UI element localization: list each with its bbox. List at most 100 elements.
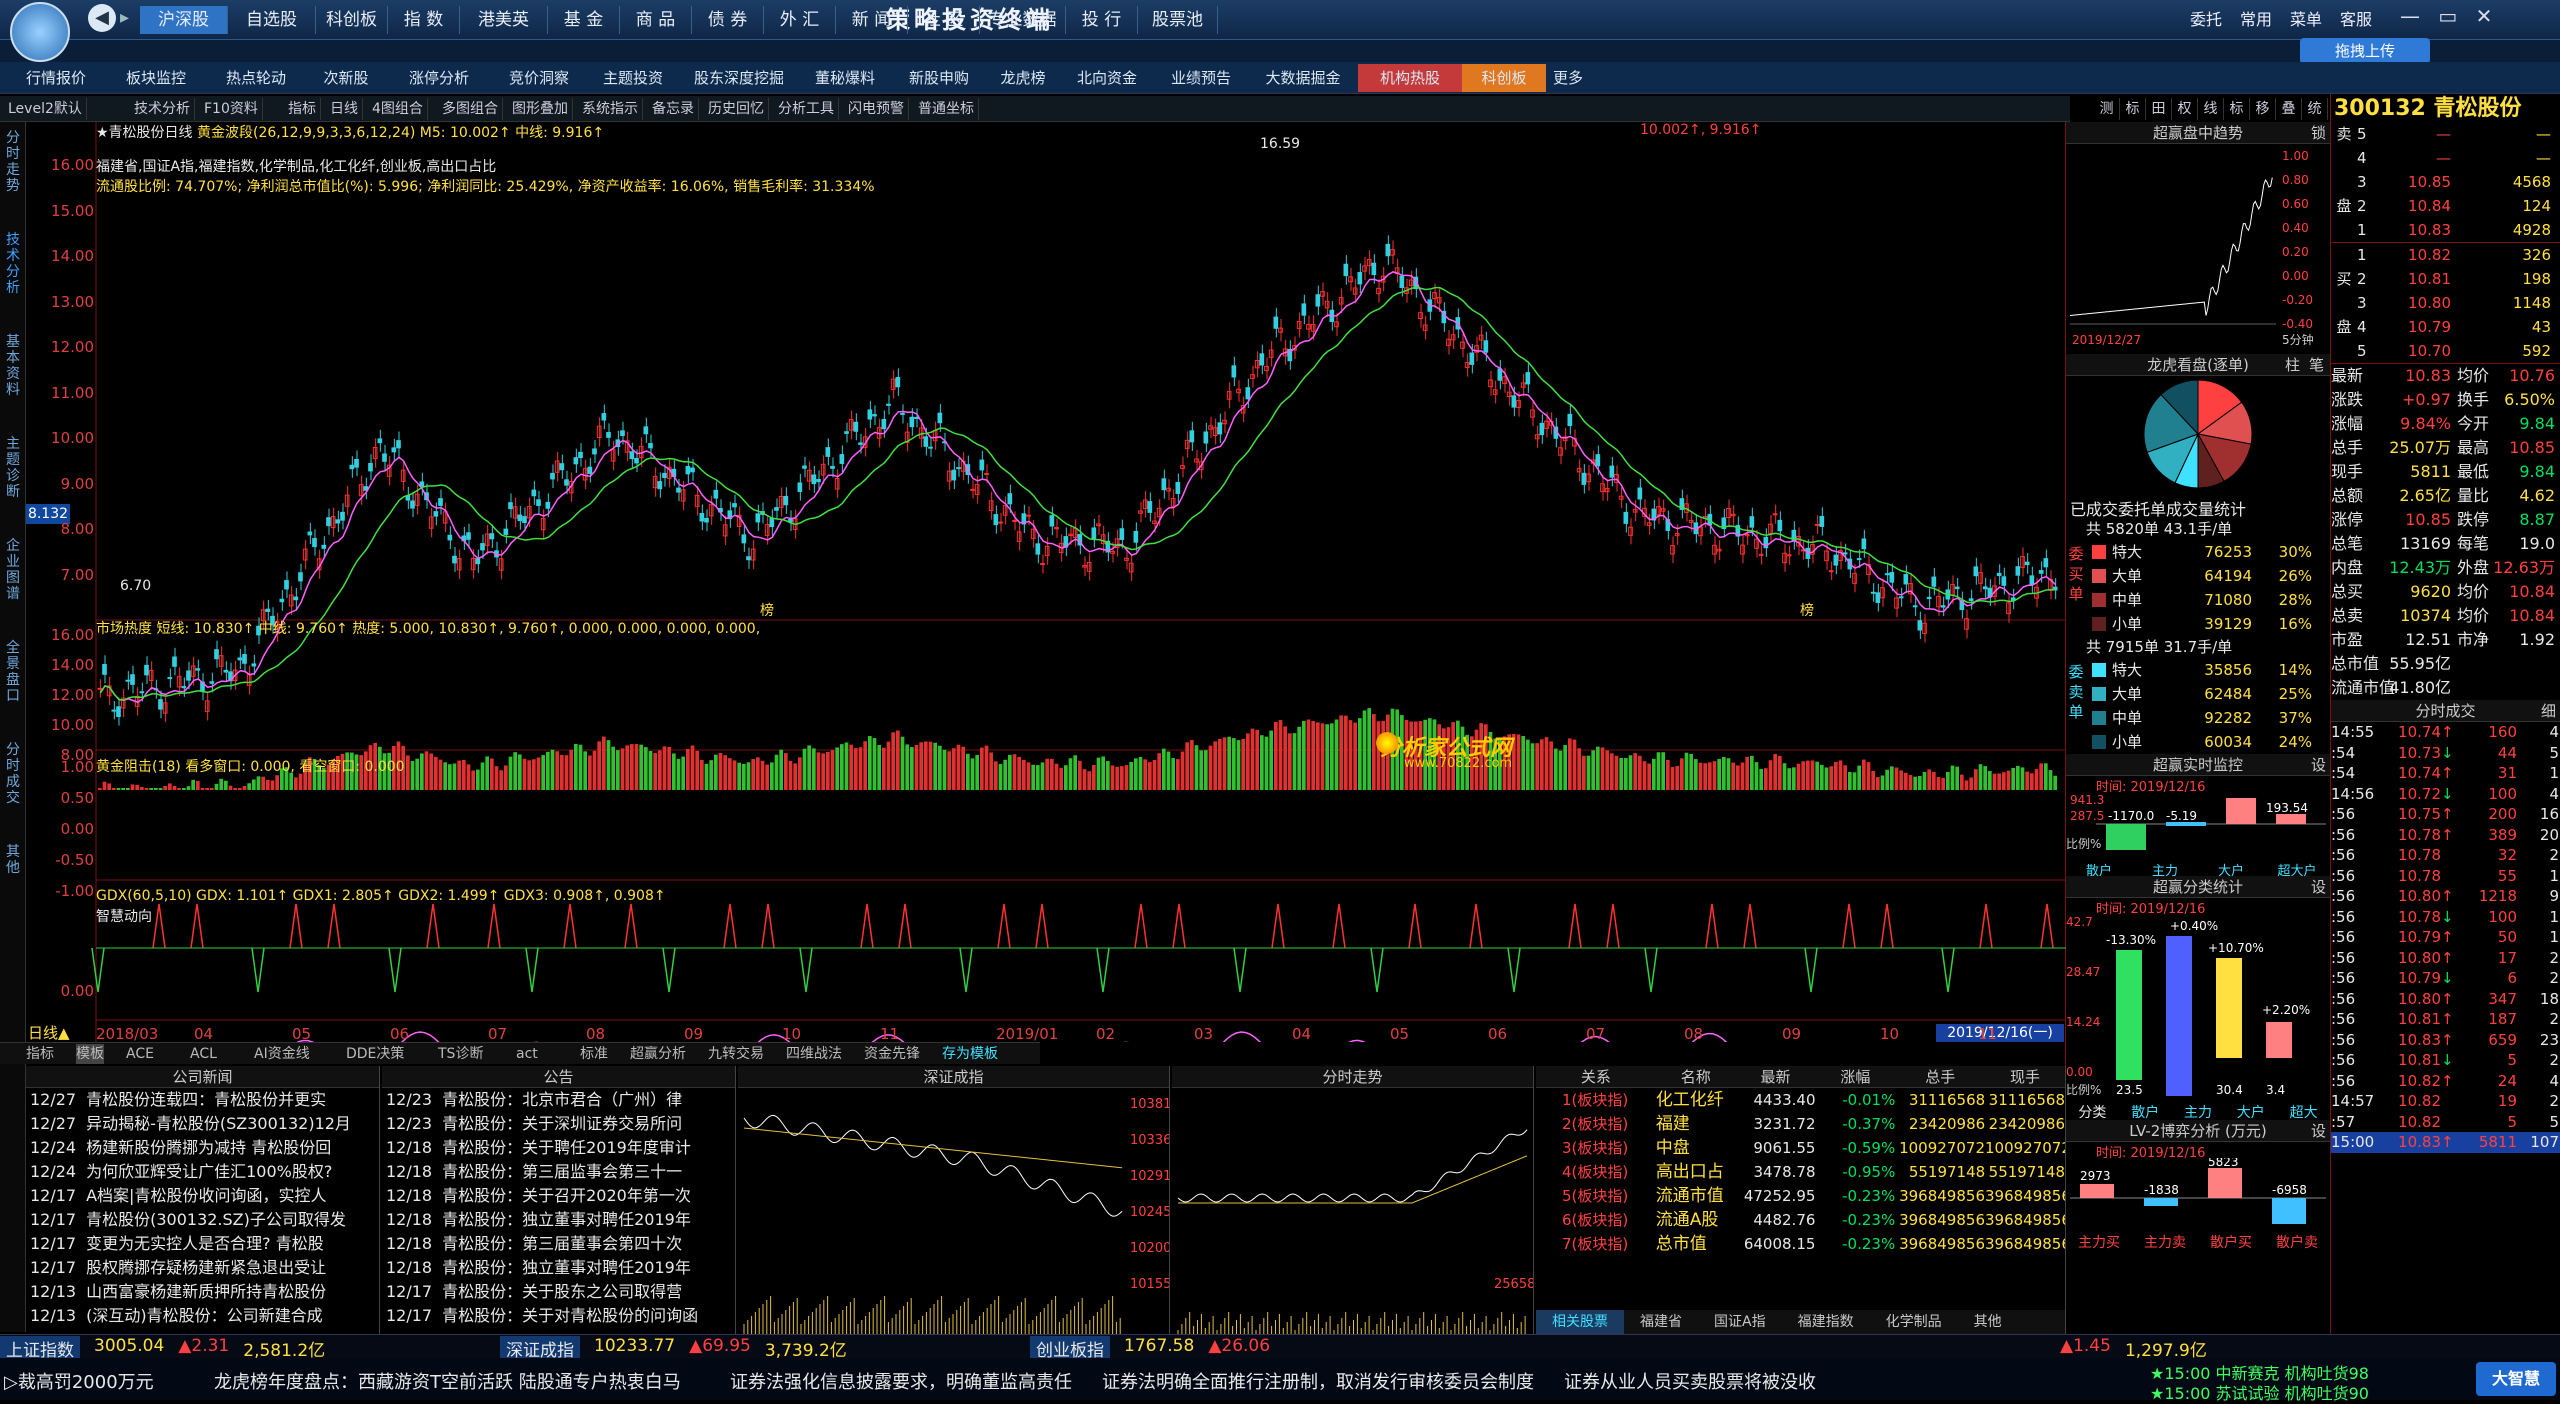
rel-cell-name[interactable]: 化工化纤	[1656, 1088, 1736, 1112]
tool-tab[interactable]: 大数据掘金	[1248, 64, 1358, 92]
indicator-tab[interactable]: 标准	[580, 1044, 608, 1064]
related-tab[interactable]: 福建省	[1624, 1310, 1698, 1334]
news-title[interactable]: 青松股份：关于对青松股份的问询函	[442, 1306, 698, 1325]
book-row[interactable]: 3 10.85 4568	[2331, 170, 2560, 194]
index-item[interactable]: 上证指数 3005.04 ▲2.31 2,581.2亿	[0, 1336, 325, 1361]
news-title[interactable]: (深互动)青松股份：公司新建合成	[86, 1306, 323, 1325]
window-controls[interactable]: — ▭ ✕	[2400, 4, 2550, 34]
sidebar-item[interactable]: 其他	[2, 844, 24, 876]
indicator-tab[interactable]: TS诊断	[438, 1044, 483, 1064]
sub-tool[interactable]: 技术分析	[130, 98, 195, 120]
upload-button[interactable]: 拖拽上传	[2300, 38, 2430, 64]
tool-tab[interactable]: 机构热股	[1358, 64, 1462, 92]
news-title[interactable]: A档案|青松股份收问询函，实控人	[86, 1186, 326, 1205]
main-tab[interactable]: 指 数	[388, 6, 460, 34]
news-title[interactable]: 青松股份：北京市君合（广州）律	[442, 1090, 682, 1109]
index-name[interactable]: 深证成指	[500, 1336, 580, 1361]
news-row[interactable]: 12/13 (深互动)青松股份：公司新建合成	[26, 1304, 379, 1328]
indicator-tab[interactable]: 指标	[26, 1044, 54, 1064]
news-row[interactable]: 12/17 青松股份：关于对青松股份的问询函	[382, 1304, 735, 1328]
indicator-tab[interactable]: act	[516, 1044, 538, 1064]
news-row[interactable]: 12/17 A档案|青松股份收问询函，实控人	[26, 1184, 379, 1208]
chart-tool-icon[interactable]: 线	[2198, 98, 2224, 120]
sub-tool[interactable]: 日线	[326, 98, 363, 120]
book-row[interactable]: 3 10.80 1148	[2331, 291, 2560, 315]
rel-row[interactable]: 7(板块指) 总市值 64008.15 -0.23% 396849856 39684985…	[1536, 1232, 2065, 1256]
tool-tab[interactable]: 新股申购	[892, 64, 986, 92]
main-tab[interactable]: 债 券	[692, 6, 764, 34]
news-title[interactable]: 股权腾挪存疑杨建新紧急退出受让	[86, 1258, 326, 1277]
news-row[interactable]: 12/24 杨建新股份腾挪为减持 青松股份回	[26, 1136, 379, 1160]
news-row[interactable]: 12/18 青松股份：独立董事对聘任2019年	[382, 1208, 735, 1232]
tool-tab[interactable]: 业绩预告	[1154, 64, 1248, 92]
main-tab[interactable]: 社 区	[908, 6, 980, 34]
period-label[interactable]: 日线▲	[26, 1024, 96, 1042]
tool-tab[interactable]: 北向资金	[1060, 64, 1154, 92]
news-title[interactable]: 青松股份：独立董事对聘任2019年	[442, 1258, 691, 1277]
main-tab[interactable]: 自选股	[228, 6, 316, 34]
super-trend-chart[interactable]: 1.00 0.80 0.60 0.40 0.20 0.00 -0.20 -0.40 2019/1…	[2066, 144, 2330, 350]
news-title[interactable]: 青松股份(300132.SZ)子公司取得发	[86, 1210, 346, 1229]
chart-tool-icon[interactable]: 标	[2120, 98, 2146, 120]
news-row[interactable]: 12/17 变更为无实控人是否合理? 青松股	[26, 1232, 379, 1256]
chart-tool-icon[interactable]: 测	[2094, 98, 2120, 120]
news-title[interactable]: 青松股份：关于召开2020年第一次	[442, 1186, 691, 1205]
rel-row[interactable]: 5(板块指) 流通市值 47252.95 -0.23% 396849856 3968498…	[1536, 1184, 2065, 1208]
sub-tool[interactable]: 分析工具	[774, 98, 839, 120]
indicator-tab[interactable]: 九转交易	[708, 1044, 764, 1064]
rel-row[interactable]: 6(板块指) 流通A股 4482.76 -0.23% 396849856 39684985…	[1536, 1208, 2065, 1232]
chart-tool-icon[interactable]: 权	[2172, 98, 2198, 120]
tool-tab[interactable]: 次新股	[306, 64, 386, 92]
index-item[interactable]: 深证成指 10233.77 ▲69.95 3,739.2亿	[500, 1336, 847, 1361]
news-title[interactable]: 杨建新股份腾挪为减持 青松股份回	[86, 1138, 331, 1157]
ticker-item[interactable]: 证券法强化信息披露要求，明确董监高责任	[730, 1368, 1072, 1394]
main-tab[interactable]: 投 行	[1066, 6, 1138, 34]
tool-tab[interactable]: 更多	[1546, 64, 1590, 92]
tool-tab[interactable]: 科创板	[1462, 64, 1546, 92]
news-title[interactable]: 青松股份连载四：青松股份并更实	[86, 1090, 326, 1109]
index-name[interactable]: 创业板指	[1030, 1336, 1110, 1361]
sidebar-item[interactable]: 全景盘口	[2, 640, 24, 704]
related-tab[interactable]: 其他	[1958, 1310, 2018, 1334]
indicator-tab[interactable]: ACE	[126, 1044, 154, 1064]
close-icon[interactable]: ✕	[2476, 4, 2493, 28]
news-row[interactable]: 12/17 青松股份(300132.SZ)子公司取得发	[26, 1208, 379, 1232]
sub-tool[interactable]: F10资料	[200, 98, 263, 120]
sub-tool[interactable]: 普通坐标	[914, 98, 979, 120]
indicator-tab[interactable]: 四维战法	[786, 1044, 842, 1064]
sidebar-item[interactable]: 分时成交	[2, 742, 24, 806]
sidebar-item[interactable]: 主题诊断	[2, 436, 24, 500]
sidebar-item[interactable]: 基本资料	[2, 334, 24, 398]
lv2-settings-button[interactable]: 设	[2311, 1120, 2326, 1142]
tool-tab[interactable]: 热点轮动	[206, 64, 306, 92]
tool-tab[interactable]: 主题投资	[586, 64, 680, 92]
sub-tool[interactable]: 多图组合	[438, 98, 503, 120]
tool-tab[interactable]: 股东深度挖掘	[680, 64, 798, 92]
news-title[interactable]: 青松股份：关于聘任2019年度审计	[442, 1138, 691, 1157]
book-row[interactable]: 卖 5 — —	[2331, 122, 2560, 146]
index-item[interactable]: 创业板指 1767.58 ▲26.06	[1030, 1336, 1270, 1361]
news-row[interactable]: 12/18 青松股份：第三届董事会第四十次	[382, 1232, 735, 1256]
main-tab[interactable]: 基 金	[548, 6, 620, 34]
back-icon[interactable]: ◀	[88, 4, 116, 32]
rel-cell-name[interactable]: 中盘	[1656, 1136, 1736, 1160]
index-name[interactable]: 上证指数	[0, 1336, 80, 1361]
top-menu-item[interactable]: 菜单	[2290, 6, 2322, 34]
tool-tab[interactable]: 董秘爆料	[798, 64, 892, 92]
indicator-tab[interactable]: AI资金线	[254, 1044, 310, 1064]
rel-row[interactable]: 1(板块指) 化工化纤 4433.40 -0.01% 31116568 31116568	[1536, 1088, 2065, 1112]
main-tab[interactable]: 新 闻	[836, 6, 908, 34]
intraday-chart[interactable]: 25658	[1172, 1088, 1534, 1334]
news-row[interactable]: 12/18 青松股份：独立董事对聘任2019年	[382, 1256, 735, 1280]
main-tab[interactable]: 外 汇	[764, 6, 836, 34]
news-title[interactable]: 青松股份：关于深圳证券交易所问	[442, 1114, 682, 1133]
chart-tool-icon[interactable]: 标	[2224, 98, 2250, 120]
indicator-tab[interactable]: ACL	[190, 1044, 217, 1064]
main-tab[interactable]: 沪深股	[140, 6, 228, 34]
sz-index-chart[interactable]: 10381 10336 10291 10245 10200 10155	[738, 1088, 1170, 1334]
news-title[interactable]: 青松股份：第三届监事会第三十一	[442, 1162, 682, 1181]
realtime-settings-button[interactable]: 设	[2311, 754, 2326, 776]
detail-tab[interactable]: 细	[2541, 700, 2556, 722]
news-title[interactable]: 青松股份：关于股东之公司取得营	[442, 1282, 682, 1301]
sidebar-item[interactable]: 企业图谱	[2, 538, 24, 602]
